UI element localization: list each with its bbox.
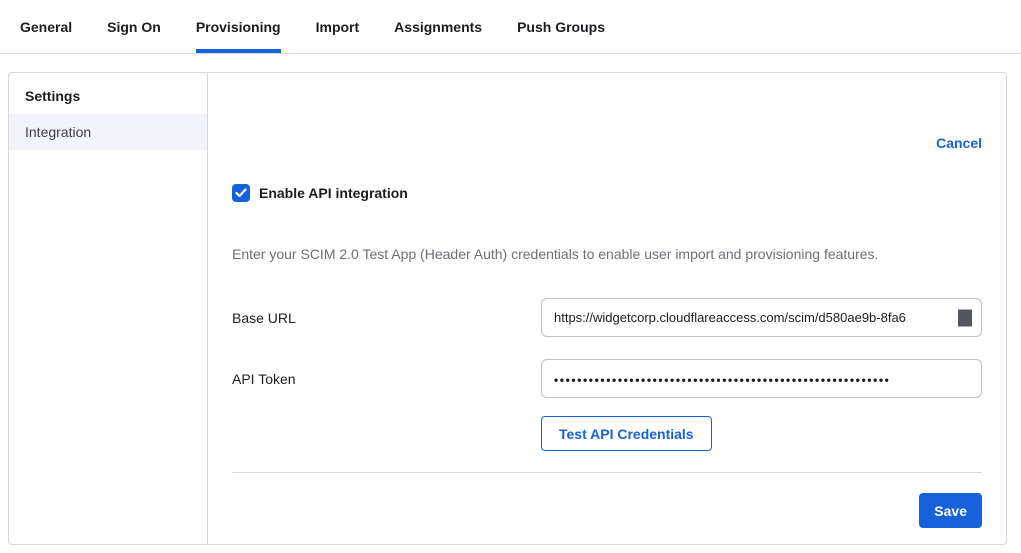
enable-api-integration-row: Enable API integration xyxy=(232,184,982,202)
tab-push-groups[interactable]: Push Groups xyxy=(517,0,605,53)
tab-bar: General Sign On Provisioning Import Assi… xyxy=(0,0,1021,54)
base-url-row: Base URL https://widgetcorp.cloudflareac… xyxy=(232,298,982,337)
settings-sidebar: Settings Integration xyxy=(9,73,208,544)
tab-general[interactable]: General xyxy=(20,0,72,53)
cancel-row: Cancel xyxy=(232,135,982,153)
base-url-input[interactable]: https://widgetcorp.cloudflareaccess.com/… xyxy=(541,298,982,337)
base-url-label: Base URL xyxy=(232,310,541,326)
credentials-description: Enter your SCIM 2.0 Test App (Header Aut… xyxy=(232,246,982,262)
cancel-link[interactable]: Cancel xyxy=(936,135,982,151)
sidebar-item-integration[interactable]: Integration xyxy=(9,114,207,150)
tab-assignments[interactable]: Assignments xyxy=(394,0,482,53)
save-button[interactable]: Save xyxy=(919,493,982,528)
text-selection-indicator xyxy=(958,309,972,326)
api-token-input[interactable]: ••••••••••••••••••••••••••••••••••••••••… xyxy=(541,359,982,398)
tab-sign-on[interactable]: Sign On xyxy=(107,0,161,53)
provisioning-panel: Settings Integration Cancel Enable API i… xyxy=(8,72,1007,545)
enable-api-integration-checkbox[interactable] xyxy=(232,184,250,202)
tab-provisioning[interactable]: Provisioning xyxy=(196,0,281,53)
checkmark-icon xyxy=(235,188,247,198)
sidebar-header: Settings xyxy=(9,73,207,114)
test-api-credentials-button[interactable]: Test API Credentials xyxy=(541,416,712,451)
integration-settings-content: Cancel Enable API integration Enter your… xyxy=(208,73,1006,544)
enable-api-integration-label: Enable API integration xyxy=(259,185,408,201)
api-token-row: API Token ••••••••••••••••••••••••••••••… xyxy=(232,359,982,398)
api-token-label: API Token xyxy=(232,371,541,387)
footer-divider xyxy=(232,472,982,473)
tab-import[interactable]: Import xyxy=(316,0,360,53)
save-row: Save xyxy=(232,493,982,528)
base-url-value: https://widgetcorp.cloudflareaccess.com/… xyxy=(554,310,969,325)
api-token-masked-value: ••••••••••••••••••••••••••••••••••••••••… xyxy=(554,371,969,387)
